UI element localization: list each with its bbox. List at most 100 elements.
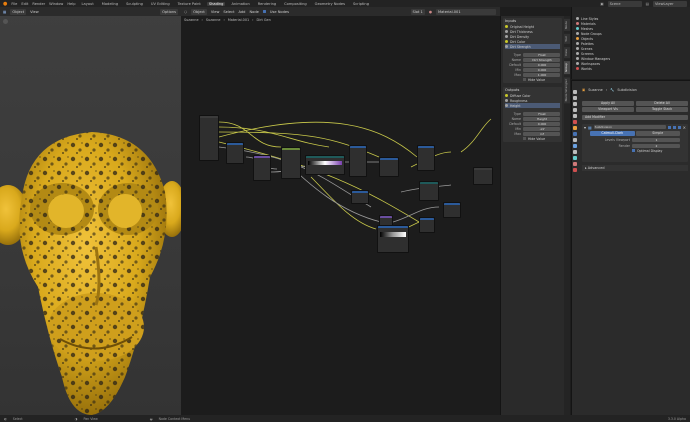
workspace-tab-animation[interactable]: Animation (229, 2, 251, 6)
linestyle-icon (576, 17, 579, 20)
mix-node[interactable] (305, 155, 345, 175)
workspace-tab-modeling[interactable]: Modeling (100, 2, 120, 6)
world-icon[interactable] (572, 120, 577, 124)
scene-selector[interactable]: Scene (607, 0, 642, 7)
workspace-tab-shading[interactable]: Shading (206, 1, 226, 6)
object-mode-selector[interactable]: Object (10, 8, 27, 15)
advanced-subpanel[interactable]: ▸ Advanced (582, 165, 688, 171)
math-node[interactable] (226, 142, 244, 164)
outliner[interactable]: Line Styles Materials Meshes Node Groups… (571, 7, 690, 79)
output-type-dropdown[interactable]: Float (523, 111, 560, 116)
3d-viewport[interactable]: ▦ Object View Options (0, 7, 181, 415)
math-node-4[interactable] (351, 190, 369, 204)
inputs-section: Inputs Original Height Dirt Thickness Di… (503, 18, 562, 83)
editmode-toggle-icon[interactable] (667, 125, 671, 129)
modifier-name-field[interactable]: Subdivision (593, 125, 666, 129)
tab-view[interactable]: View (564, 46, 570, 58)
group-input-node[interactable] (199, 115, 219, 161)
object-icon[interactable] (572, 126, 577, 130)
input-name-field[interactable]: Dirt Strength (523, 57, 560, 62)
math-node-5[interactable] (443, 202, 461, 218)
tool-icon[interactable] (572, 90, 577, 94)
math-node-6[interactable] (419, 217, 435, 233)
group-output-node[interactable] (473, 167, 493, 185)
constraints-icon[interactable] (572, 150, 577, 154)
menu-file[interactable]: File (11, 2, 17, 6)
object-icon: ▣ (582, 88, 586, 92)
menu-help[interactable]: Help (67, 2, 75, 6)
viewport-vis-button[interactable]: Viewport Vis (582, 107, 634, 112)
output-icon[interactable] (572, 102, 577, 106)
material-icon[interactable] (572, 162, 577, 166)
workspace-tab-geometry-nodes[interactable]: Geometry Nodes (313, 2, 347, 6)
view-layer-icon[interactable] (572, 108, 577, 112)
output-default-field[interactable]: 0.000 (523, 121, 560, 126)
math-node-3[interactable] (417, 145, 435, 171)
physics-icon[interactable] (572, 144, 577, 148)
render-icon[interactable] (572, 96, 577, 100)
output-hide-value-checkbox[interactable]: Hide Value (505, 136, 560, 141)
bump-node[interactable] (349, 145, 367, 177)
workspace-tab-layout[interactable]: Layout (80, 2, 96, 6)
input-hide-value-checkbox[interactable]: Hide Value (505, 77, 560, 82)
workspace-tab-texture-paint[interactable]: Texture Paint (176, 2, 203, 6)
input-type-dropdown[interactable]: Float (523, 52, 560, 57)
tab-group[interactable]: Group (564, 60, 570, 74)
collapse-arrow-icon[interactable]: ▾ (584, 125, 586, 130)
tab-tool[interactable]: Tool (564, 33, 570, 44)
levels-viewport-field[interactable]: 1 (632, 137, 680, 142)
catmull-clark-button[interactable]: Catmull-Clark (590, 131, 635, 136)
tab-node-wrangler[interactable]: Node Wrangler (564, 76, 570, 104)
workspace-tab-rendering[interactable]: Rendering (256, 2, 278, 6)
palette-icon (576, 42, 579, 45)
workspace-tab-sculpting[interactable]: Sculpting (124, 2, 145, 6)
viewlayer-selector[interactable]: ViewLayer (653, 0, 687, 7)
viewport-nav-gizmo[interactable] (3, 19, 8, 24)
shader-node-editor[interactable]: ⬡ Object View Select Add Node Use Nodes … (181, 7, 500, 415)
viewport-view-menu[interactable]: View (30, 10, 39, 14)
socket-float-icon (505, 35, 508, 38)
texture-icon[interactable] (572, 168, 577, 172)
close-icon[interactable]: × (683, 125, 686, 130)
math-node-2[interactable] (379, 157, 399, 177)
particles-icon[interactable] (572, 138, 577, 142)
output-name-field[interactable]: Height (523, 116, 560, 121)
outliner-item[interactable]: Worlds (572, 66, 690, 71)
render-toggle-icon[interactable] (677, 125, 681, 129)
simple-button[interactable]: Simple (635, 131, 680, 136)
scene-icon[interactable] (572, 114, 577, 118)
version-label: 3.3.0 Alpha (667, 416, 686, 421)
menu-render[interactable]: Render (32, 2, 45, 6)
data-icon[interactable] (572, 156, 577, 160)
add-modifier-button[interactable]: Add Modifier (582, 115, 688, 120)
optimal-display-checkbox[interactable]: Optimal Display (590, 148, 680, 153)
status-pan-view: Pan View (83, 416, 98, 421)
output-min-field[interactable]: -inf (523, 126, 560, 131)
socket-float-icon (505, 25, 508, 28)
viewport-options-button[interactable]: Options (160, 8, 178, 15)
color-ramp-node-2[interactable] (377, 225, 409, 253)
workspace-tab-compositing[interactable]: Compositing (282, 2, 309, 6)
blender-logo-icon[interactable]: ● (3, 1, 7, 7)
modifier-wrench-icon[interactable] (572, 132, 577, 136)
delete-all-button[interactable]: Delete All (636, 101, 688, 106)
mix-node-2[interactable] (419, 181, 439, 201)
workspace-tab-scripting[interactable]: Scripting (351, 2, 371, 6)
menu-window[interactable]: Window (49, 2, 63, 6)
mouse-left-icon: ◐ (4, 416, 7, 421)
noise-texture-node[interactable] (253, 155, 271, 181)
input-default-field[interactable]: 0.000 (523, 62, 560, 67)
menu-edit[interactable]: Edit (21, 2, 28, 6)
input-max-field[interactable]: 1.000 (523, 72, 560, 77)
properties-editor[interactable]: ▣ Suzanne › 🔧 Subdivision Apply All Delet… (571, 80, 690, 415)
output-max-field[interactable]: inf (523, 131, 560, 136)
render-levels-field[interactable]: 2 (632, 143, 680, 148)
viewport-toggle-icon[interactable] (672, 125, 676, 129)
toggle-stack-button[interactable]: Toggle Stack (636, 107, 688, 112)
input-min-field[interactable]: 0.000 (523, 67, 560, 72)
workspace-tab-uv-editing[interactable]: UV Editing (149, 2, 172, 6)
color-ramp-node[interactable] (281, 147, 301, 179)
tab-node[interactable]: Node (564, 19, 570, 31)
apply-all-button[interactable]: Apply All (582, 101, 634, 106)
editor-type-icon[interactable]: ▦ (3, 10, 6, 14)
